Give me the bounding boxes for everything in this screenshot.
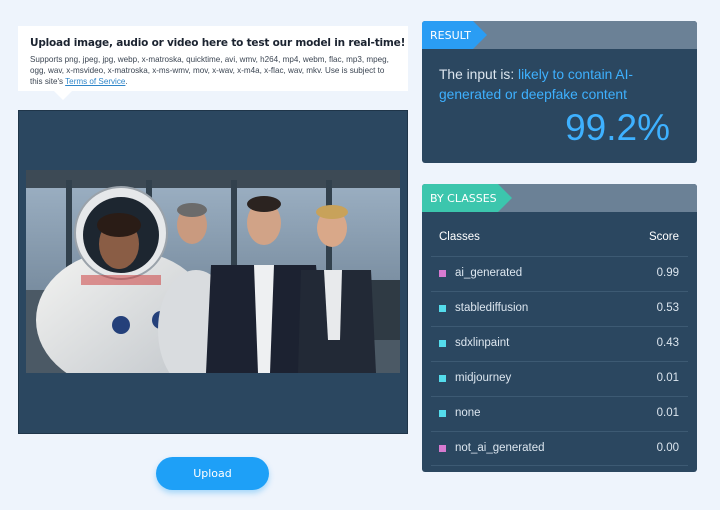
class-color-swatch bbox=[439, 375, 446, 382]
table-row: stablediffusion 0.53 bbox=[431, 291, 688, 326]
class-score: 0.99 bbox=[656, 267, 679, 279]
class-name: stablediffusion bbox=[455, 302, 529, 314]
result-verdict: The input is: likely to contain AI-gener… bbox=[439, 65, 689, 105]
class-color-swatch bbox=[439, 445, 446, 452]
supported-formats-end: . bbox=[125, 77, 128, 86]
supported-formats: Supports png, jpeg, jpg, webp, x-matrosk… bbox=[30, 54, 396, 87]
class-color-swatch bbox=[439, 340, 446, 347]
class-color-swatch bbox=[439, 410, 446, 417]
class-color-swatch bbox=[439, 270, 446, 277]
result-card: RESULT The input is: likely to contain A… bbox=[422, 21, 697, 163]
table-row: ai_generated 0.99 bbox=[431, 256, 688, 291]
column-header-classes: Classes bbox=[439, 231, 480, 243]
classes-card-header: BY CLASSES bbox=[422, 184, 697, 212]
upload-button[interactable]: Upload bbox=[156, 457, 269, 490]
class-name: midjourney bbox=[455, 372, 512, 384]
uploaded-image-preview bbox=[26, 170, 400, 373]
class-name: ai_generated bbox=[455, 267, 523, 279]
classes-card: BY CLASSES Classes Score ai_generated 0.… bbox=[422, 184, 697, 472]
class-score: 0.43 bbox=[656, 337, 679, 349]
upload-instructions: Upload image, audio or video here to tes… bbox=[18, 26, 408, 100]
terms-of-service-link[interactable]: Terms of Service bbox=[65, 77, 125, 86]
class-score: 0.53 bbox=[656, 302, 679, 314]
result-score: 99.2% bbox=[565, 107, 670, 148]
upload-title: Upload image, audio or video here to tes… bbox=[30, 37, 406, 49]
result-tag: RESULT bbox=[422, 21, 487, 49]
classes-tag: BY CLASSES bbox=[422, 184, 512, 212]
uploaded-image bbox=[26, 170, 400, 373]
class-color-swatch bbox=[439, 305, 446, 312]
class-name: not_ai_generated bbox=[455, 442, 545, 454]
class-score: 0.01 bbox=[656, 407, 679, 419]
class-name: sdxlinpaint bbox=[455, 337, 510, 349]
classes-table: ai_generated 0.99 stablediffusion 0.53 s… bbox=[431, 256, 688, 466]
preview-panel[interactable] bbox=[18, 110, 408, 434]
result-prefix: The input is: bbox=[439, 67, 518, 82]
result-card-header: RESULT bbox=[422, 21, 697, 49]
table-row: none 0.01 bbox=[431, 396, 688, 431]
table-row: midjourney 0.01 bbox=[431, 361, 688, 396]
column-header-score: Score bbox=[648, 231, 679, 243]
class-score: 0.01 bbox=[656, 372, 679, 384]
table-row: sdxlinpaint 0.43 bbox=[431, 326, 688, 361]
table-row: not_ai_generated 0.00 bbox=[431, 431, 688, 466]
class-name: none bbox=[455, 407, 481, 419]
class-score: 0.00 bbox=[656, 442, 679, 454]
